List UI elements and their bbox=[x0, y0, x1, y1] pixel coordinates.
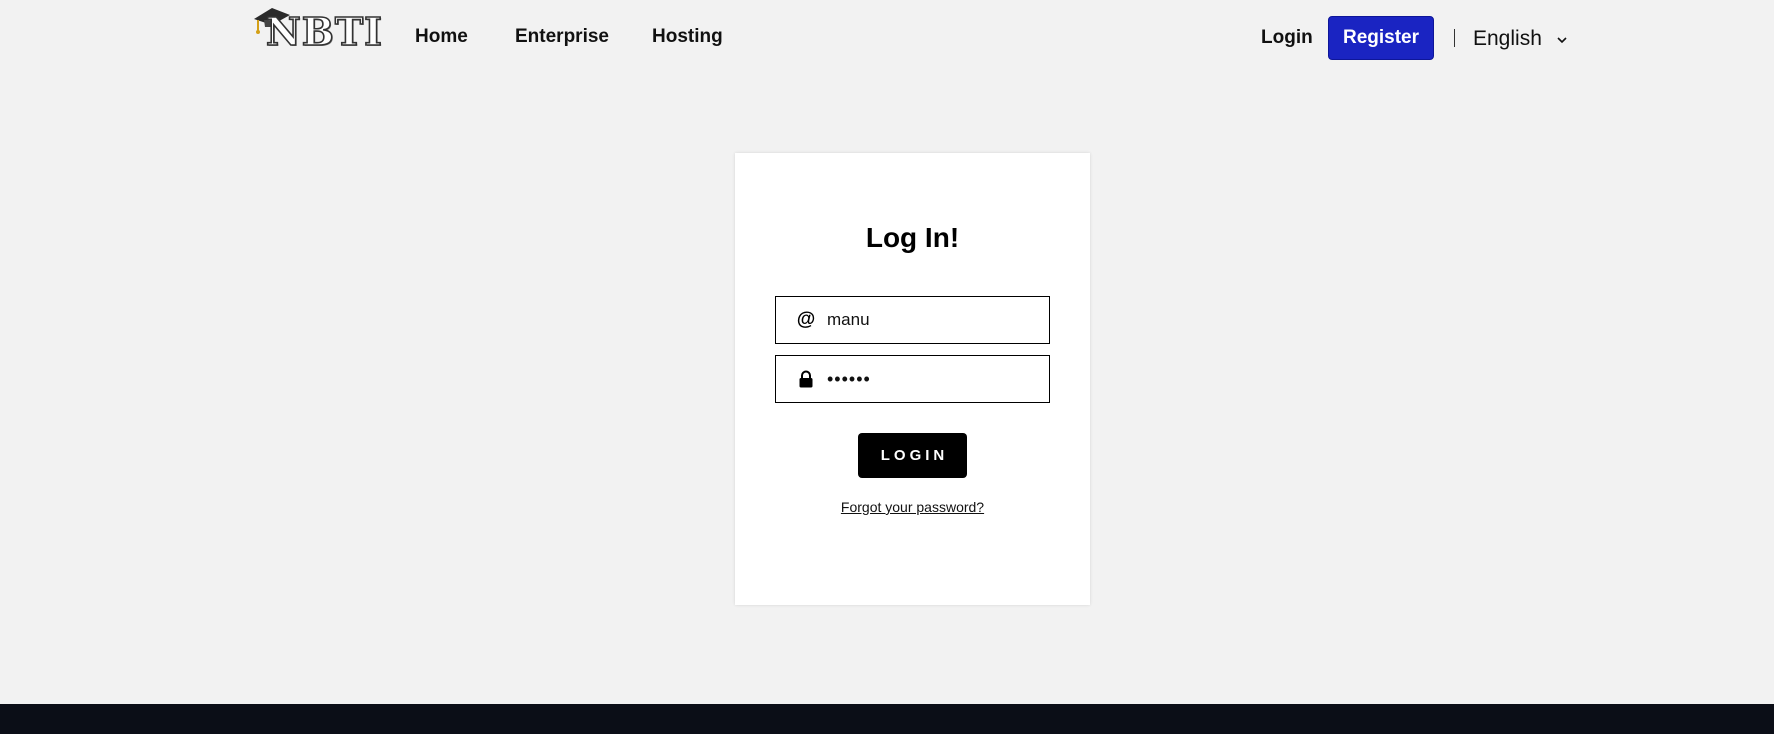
password-input[interactable] bbox=[827, 356, 1042, 402]
language-label: English bbox=[1473, 27, 1542, 50]
nav-divider bbox=[1454, 29, 1455, 47]
username-field[interactable]: @ bbox=[775, 296, 1050, 344]
nav-home-link[interactable]: Home bbox=[415, 26, 468, 48]
username-input[interactable] bbox=[827, 297, 1042, 343]
lock-icon bbox=[796, 368, 816, 390]
password-field[interactable] bbox=[775, 355, 1050, 403]
page-footer bbox=[0, 704, 1774, 734]
register-button[interactable]: Register bbox=[1328, 16, 1434, 60]
at-icon: @ bbox=[796, 309, 816, 330]
login-card: Log In! @ LOGIN Forgot your password? bbox=[735, 153, 1090, 605]
forgot-password-link[interactable]: Forgot your password? bbox=[735, 498, 1090, 516]
logo-text: NBTI bbox=[265, 9, 383, 54]
top-navigation: NBTI Home Enterprise Hosting Login Regis… bbox=[0, 0, 1774, 78]
header-login-link[interactable]: Login bbox=[1261, 27, 1313, 49]
nav-hosting-link[interactable]: Hosting bbox=[652, 26, 723, 48]
chevron-down-icon bbox=[1556, 33, 1568, 45]
login-title: Log In! bbox=[865, 222, 960, 253]
language-selector[interactable]: English bbox=[1473, 25, 1568, 53]
login-submit-button[interactable]: LOGIN bbox=[858, 433, 967, 478]
nav-enterprise-link[interactable]: Enterprise bbox=[515, 26, 609, 48]
site-logo[interactable]: NBTI bbox=[252, 5, 383, 55]
